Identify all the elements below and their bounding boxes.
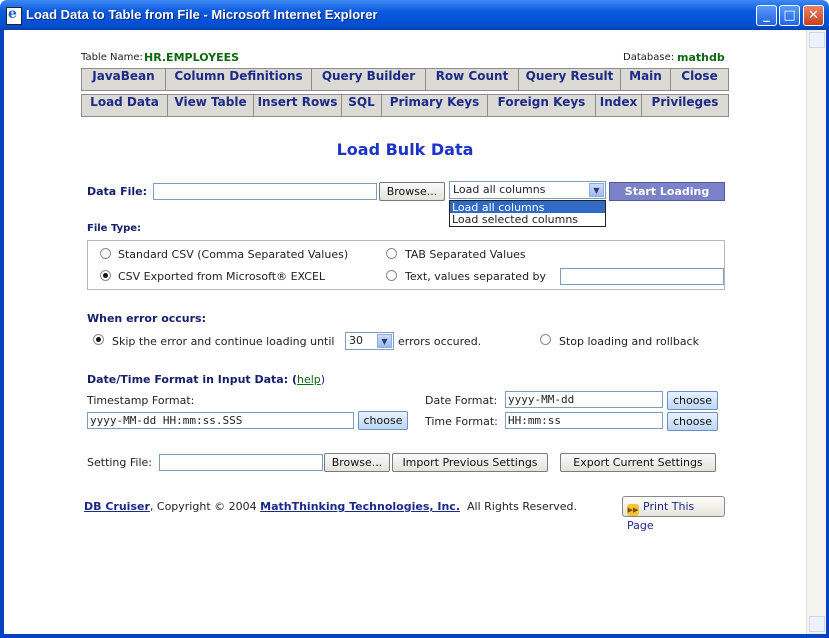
- start-loading-button[interactable]: Start Loading: [609, 182, 725, 201]
- page-title: Load Bulk Data: [336, 140, 474, 159]
- nav-privileges[interactable]: Privileges: [642, 95, 728, 116]
- footer-text: DB Cruiser, Copyright © 2004 MathThinkin…: [84, 500, 577, 513]
- minimize-button[interactable]: _: [756, 5, 777, 26]
- help-link[interactable]: help: [297, 373, 321, 386]
- import-settings-button[interactable]: Import Previous Settings: [392, 453, 548, 472]
- nav-load-data[interactable]: Load Data: [82, 95, 168, 116]
- setting-file-input[interactable]: [159, 454, 323, 471]
- nav-query-builder[interactable]: Query Builder: [312, 69, 426, 90]
- nav-row-2: Load Data View Table Insert Rows SQL Pri…: [81, 94, 729, 117]
- radio-skip-error[interactable]: [93, 334, 104, 345]
- date-format-label: Date Format:: [425, 394, 498, 407]
- timestamp-format-input[interactable]: yyyy-MM-dd HH:mm:ss.SSS: [87, 412, 354, 429]
- db-cruiser-link[interactable]: DB Cruiser: [84, 500, 150, 513]
- data-file-browse-button[interactable]: Browse...: [379, 182, 445, 201]
- data-file-label: Data File:: [87, 185, 147, 198]
- page-content: Table Name: HR.EMPLOYEES Database: mathd…: [4, 30, 806, 634]
- columns-select-value: Load all columns: [453, 183, 546, 196]
- separator-input[interactable]: [560, 268, 724, 285]
- error-count-select[interactable]: 30 ▼: [345, 332, 394, 350]
- scroll-up-button[interactable]: [809, 32, 825, 48]
- print-arrow-icon: ▶▶: [627, 504, 639, 516]
- nav-foreign-keys[interactable]: Foreign Keys: [488, 95, 596, 116]
- footer-copyright: , Copyright © 2004: [149, 500, 261, 513]
- radio-tab-separated-label: TAB Separated Values: [405, 248, 526, 261]
- nav-primary-keys[interactable]: Primary Keys: [382, 95, 488, 116]
- date-choose-button[interactable]: choose: [667, 391, 718, 410]
- internet-explorer-icon: [6, 6, 22, 25]
- file-type-label: File Type:: [87, 223, 142, 234]
- table-name-value: HR.EMPLOYEES: [144, 51, 240, 64]
- nav-row-count[interactable]: Row Count: [426, 69, 519, 90]
- timestamp-choose-button[interactable]: choose: [358, 411, 408, 430]
- skip-error-label: Skip the error and continue loading unti…: [112, 335, 335, 348]
- radio-csv-excel-label: CSV Exported from Microsoft® EXCEL: [118, 270, 326, 283]
- table-name-label: Table Name:: [81, 52, 143, 63]
- radio-stop-rollback[interactable]: [540, 334, 551, 345]
- radio-text-separated-label: Text, values separated by: [405, 270, 547, 283]
- columns-dropdown-list: Load all columns Load selected columns: [449, 200, 606, 227]
- radio-standard-csv-label: Standard CSV (Comma Separated Values): [118, 248, 349, 261]
- datetime-label-close: ): [320, 373, 326, 386]
- nav-main[interactable]: Main: [621, 69, 671, 90]
- nav-query-result[interactable]: Query Result: [519, 69, 621, 90]
- nav-insert-rows[interactable]: Insert Rows: [254, 95, 342, 116]
- radio-text-separated[interactable]: [386, 270, 397, 281]
- nav-index[interactable]: Index: [596, 95, 642, 116]
- stop-rollback-label: Stop loading and rollback: [559, 335, 699, 348]
- nav-row-1: JavaBean Column Definitions Query Builde…: [81, 68, 729, 91]
- timestamp-format-label: Timestamp Format:: [87, 394, 195, 407]
- chevron-down-icon[interactable]: ▼: [377, 334, 392, 348]
- chevron-down-icon[interactable]: ▼: [589, 183, 604, 197]
- company-link[interactable]: MathThinking Technologies, Inc.: [260, 500, 460, 513]
- database-value: mathdb: [677, 51, 725, 64]
- radio-standard-csv[interactable]: [100, 248, 111, 259]
- radio-tab-separated[interactable]: [386, 248, 397, 259]
- columns-option-all[interactable]: Load all columns: [450, 201, 605, 214]
- columns-option-selected[interactable]: Load selected columns: [450, 213, 605, 226]
- setting-file-browse-button[interactable]: Browse...: [324, 453, 390, 472]
- datetime-label: Date/Time Format in Input Data: (help): [87, 373, 325, 386]
- database-label: Database:: [623, 52, 675, 63]
- window-titlebar: Load Data to Table from File - Microsoft…: [0, 0, 829, 30]
- nav-column-definitions[interactable]: Column Definitions: [166, 69, 312, 90]
- footer-rights: All Rights Reserved.: [467, 500, 578, 513]
- nav-javabean[interactable]: JavaBean: [82, 69, 166, 90]
- time-format-label: Time Format:: [425, 415, 498, 428]
- error-count-value: 30: [349, 334, 363, 347]
- date-format-input[interactable]: yyyy-MM-dd: [505, 391, 663, 408]
- time-choose-button[interactable]: choose: [667, 412, 718, 431]
- close-window-button[interactable]: ✕: [803, 5, 824, 26]
- window-title: Load Data to Table from File - Microsoft…: [26, 7, 378, 22]
- radio-csv-excel[interactable]: [100, 270, 111, 281]
- columns-select[interactable]: Load all columns ▼: [449, 181, 606, 199]
- export-settings-button[interactable]: Export Current Settings: [560, 453, 716, 472]
- errors-suffix-label: errors occured.: [398, 335, 482, 348]
- maximize-button[interactable]: □: [779, 5, 800, 26]
- vertical-scrollbar[interactable]: [806, 30, 826, 634]
- nav-view-table[interactable]: View Table: [168, 95, 254, 116]
- print-page-button[interactable]: ▶▶ Print This Page: [622, 496, 725, 532]
- window-frame-bottom: [0, 634, 829, 638]
- nav-sql[interactable]: SQL: [342, 95, 382, 116]
- datetime-label-text: Date/Time Format in Input Data: (: [87, 373, 297, 386]
- file-type-group: Standard CSV (Comma Separated Values) TA…: [87, 240, 725, 290]
- setting-file-label: Setting File:: [87, 456, 152, 469]
- scroll-down-button[interactable]: [809, 616, 825, 632]
- time-format-input[interactable]: HH:mm:ss: [505, 412, 663, 429]
- error-label: When error occurs:: [87, 312, 207, 325]
- data-file-input[interactable]: [153, 183, 377, 200]
- nav-close[interactable]: Close: [671, 69, 728, 90]
